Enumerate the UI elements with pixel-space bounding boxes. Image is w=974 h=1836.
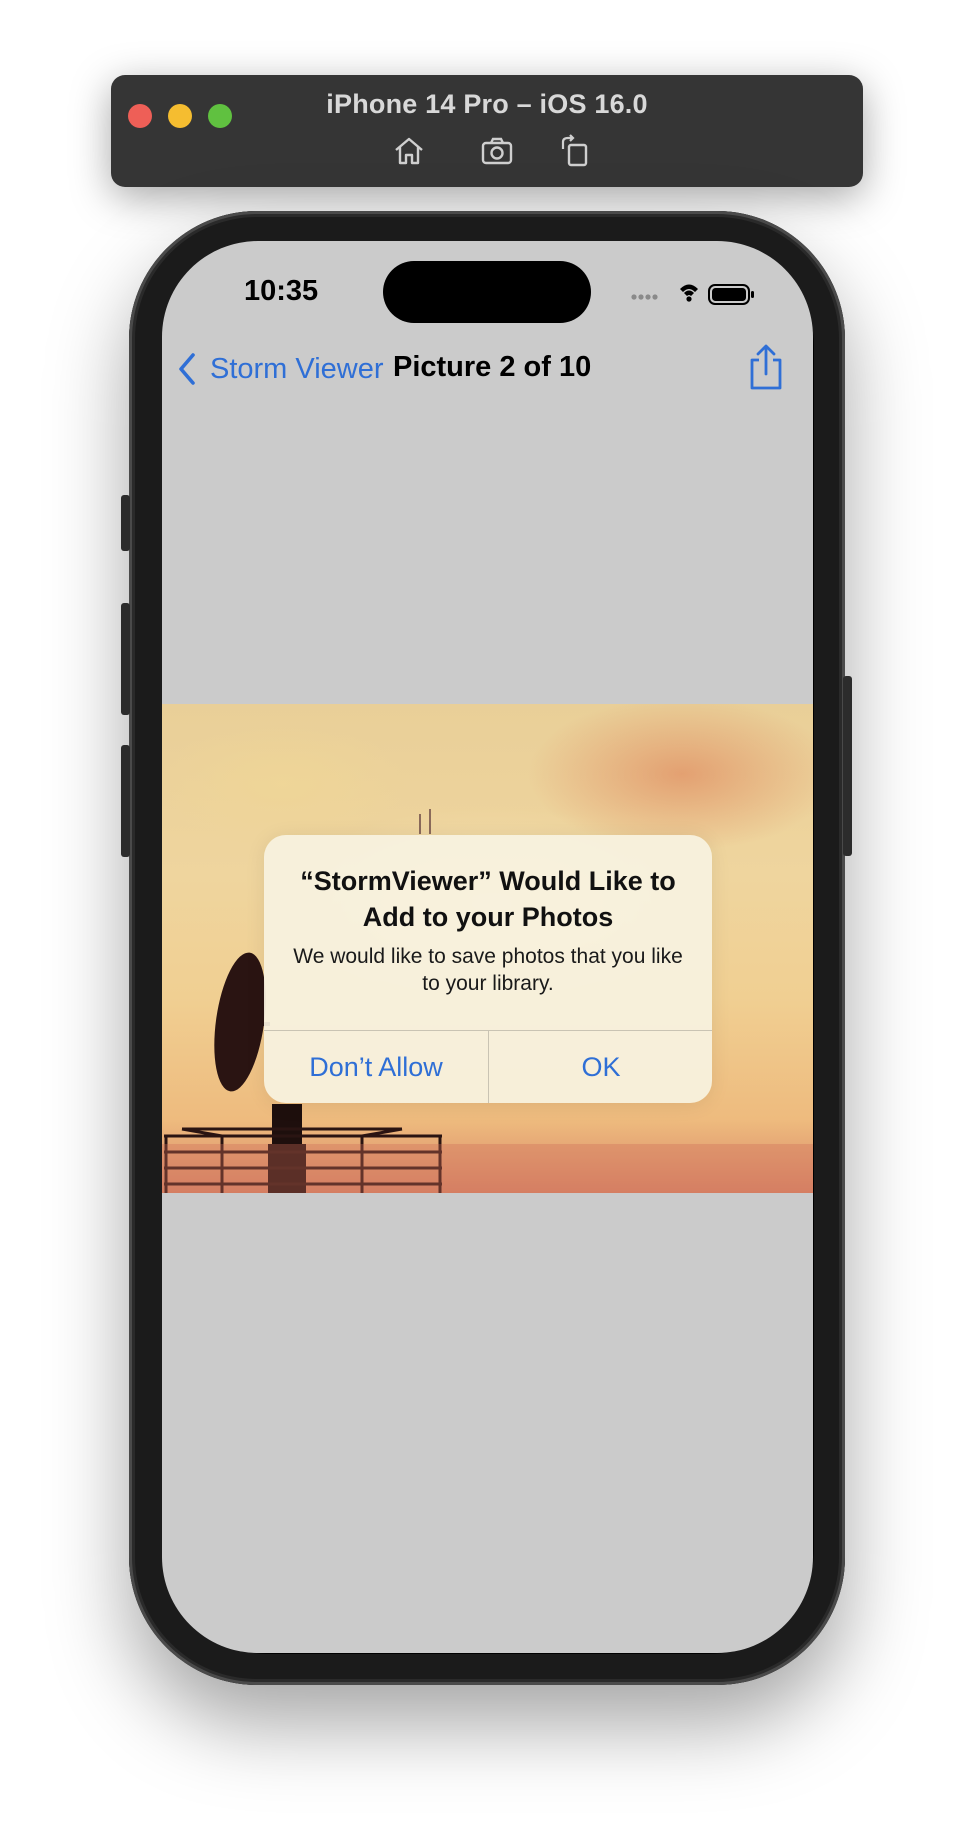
volume-down-button (121, 745, 130, 857)
battery-icon (708, 284, 754, 305)
dont-allow-button[interactable]: Don’t Allow (264, 1031, 488, 1103)
permission-alert: “StormViewer” Would Like to Add to your … (264, 835, 712, 1103)
back-button-label: Storm Viewer (210, 352, 384, 385)
phone-screen: 10:35 Storm Viewer Picture 2 of 10 “Stor… (162, 241, 813, 1653)
page-title: Picture 2 of 10 (393, 351, 592, 383)
back-button[interactable]: Storm Viewer (176, 347, 384, 391)
volume-up-button (121, 603, 130, 715)
status-icons (628, 281, 768, 305)
rotate-icon[interactable] (557, 133, 593, 169)
alert-message: We would like to save photos that you li… (293, 945, 683, 995)
alert-title: “StormViewer” Would Like to Add to your … (300, 866, 676, 932)
chevron-left-icon (179, 353, 195, 385)
dynamic-island (383, 261, 591, 323)
simulator-title: iPhone 14 Pro – iOS 16.0 (326, 89, 648, 119)
share-icon[interactable] (746, 342, 786, 392)
ok-button[interactable]: OK (489, 1031, 712, 1103)
simulator-toolbar: iPhone 14 Pro – iOS 16.0 (111, 75, 863, 187)
power-button (843, 676, 852, 856)
cellular-dots-icon (631, 294, 658, 300)
status-time: 10:35 (244, 275, 319, 307)
screenshot-icon[interactable] (479, 133, 515, 169)
wifi-icon (680, 284, 698, 302)
home-icon[interactable] (391, 133, 427, 169)
action-button (121, 495, 130, 551)
